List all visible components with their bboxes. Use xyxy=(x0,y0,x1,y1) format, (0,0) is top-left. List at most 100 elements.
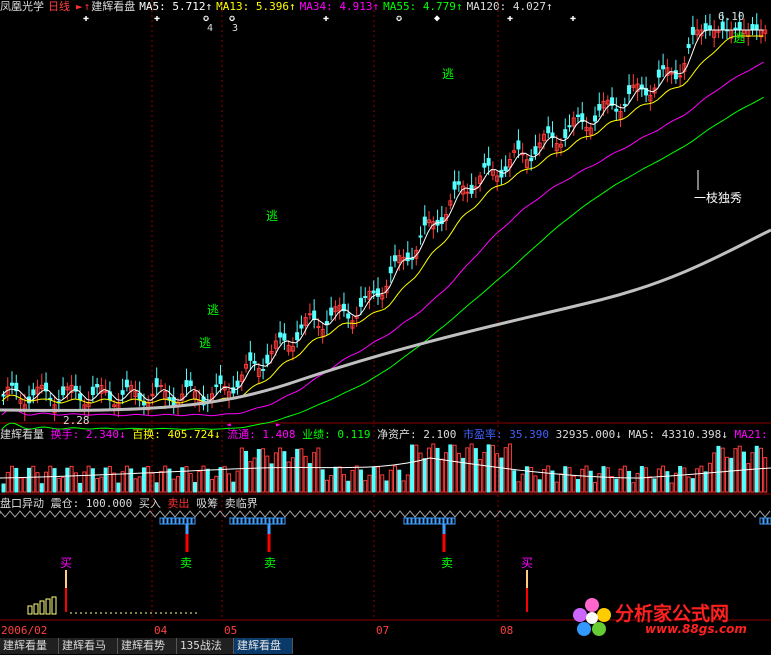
volume-bar xyxy=(388,469,393,493)
signal-step-bar xyxy=(39,600,45,615)
signal-comb xyxy=(431,517,436,525)
volume-bar xyxy=(495,453,500,493)
candle-body xyxy=(282,333,287,341)
candle-body xyxy=(248,352,253,361)
candle-body xyxy=(235,380,240,388)
shiyinglv-readout: 市盈率: 35.390 xyxy=(463,428,550,441)
volume-bar xyxy=(286,461,291,493)
volume-bar xyxy=(261,448,266,493)
tab-135-zhanfa[interactable]: 135战法 xyxy=(177,638,234,654)
volume-bar xyxy=(635,472,640,493)
volume-bar xyxy=(639,466,644,493)
candle-body xyxy=(614,108,619,112)
volume-bar xyxy=(188,473,193,493)
ma55-line xyxy=(1,96,764,430)
tab-jianhui-kanpan[interactable]: 建辉看盘 xyxy=(234,638,293,654)
candle-body xyxy=(737,22,742,31)
volume-bar xyxy=(133,478,138,493)
kline-chart[interactable] xyxy=(0,0,771,638)
volume-bar xyxy=(39,483,44,493)
volume-bar xyxy=(737,445,742,493)
volume-bar xyxy=(333,466,338,493)
candle-body xyxy=(371,290,376,294)
turnover-readout: 换手: 2.340↓ xyxy=(50,428,126,441)
candle-body xyxy=(214,384,219,387)
candle-body xyxy=(124,379,129,388)
volume-bar xyxy=(614,478,619,493)
signal-title[interactable]: 盘口异动 xyxy=(0,497,44,510)
candle-body xyxy=(188,380,193,387)
volume-bar xyxy=(478,458,483,493)
candle-body xyxy=(393,255,398,262)
high-price-label: 6.10 xyxy=(718,10,745,23)
volume-bar xyxy=(401,480,406,493)
volume-bar xyxy=(265,455,270,493)
signal-comb xyxy=(269,517,274,525)
volume-bar xyxy=(316,447,321,493)
volume-bar xyxy=(244,450,249,493)
volume-bar xyxy=(512,470,517,493)
volume-bar xyxy=(652,478,657,493)
candle-body xyxy=(465,191,470,194)
tab-jianhui-kanliang[interactable]: 建辉看量 xyxy=(0,638,59,654)
liutong-readout: 流通: 1.408 xyxy=(227,428,296,441)
volume-bar xyxy=(141,467,146,493)
volume-bar xyxy=(78,482,83,493)
volume-bar xyxy=(129,468,134,493)
volume-bar xyxy=(163,465,168,493)
candle-body xyxy=(720,21,725,31)
volume-bar xyxy=(427,447,432,493)
sell-signal-label: 卖 xyxy=(264,556,277,570)
signal-comb xyxy=(415,517,420,525)
volume-bar xyxy=(346,480,351,493)
volume-bar xyxy=(65,467,70,493)
volume-bar xyxy=(686,476,691,493)
volume-bar xyxy=(533,475,538,493)
volume-bar xyxy=(218,467,223,493)
volume-bar xyxy=(227,473,232,493)
volume-bar xyxy=(205,468,210,493)
volume-bar xyxy=(320,469,325,493)
volume-bar xyxy=(312,452,317,493)
tab-jianhui-kanma[interactable]: 建辉看马 xyxy=(59,638,118,654)
volume-bar xyxy=(354,465,359,493)
volume-bar xyxy=(99,476,104,493)
volume-bar xyxy=(214,475,219,493)
candle-body xyxy=(299,324,304,329)
signal-comb xyxy=(439,517,444,525)
volume-bar xyxy=(661,465,666,493)
signal-comb xyxy=(229,517,234,525)
signal-comb xyxy=(241,517,246,525)
volume-bar xyxy=(580,468,585,493)
time-axis-label: 05 xyxy=(224,624,238,637)
volume-bar xyxy=(576,479,580,493)
volume-bar xyxy=(27,467,32,493)
volume-bar xyxy=(154,482,159,493)
volume-bar xyxy=(439,458,444,493)
tab-jianhui-kanshi[interactable]: 建辉看势 xyxy=(118,638,177,654)
volume-bar xyxy=(86,465,91,493)
candle-body xyxy=(31,389,36,396)
volume-bar xyxy=(1,483,6,493)
time-axis-label: 07 xyxy=(376,624,390,637)
volume-bar xyxy=(567,467,572,493)
volume-bar xyxy=(707,462,712,493)
volume-bar xyxy=(422,458,427,493)
signal-comb xyxy=(447,517,452,525)
signal-comb xyxy=(759,517,764,525)
volume-bar xyxy=(741,451,746,493)
candle-body xyxy=(622,103,627,106)
volume-bar xyxy=(337,466,342,493)
volume-title[interactable]: 建辉看量 xyxy=(0,428,44,441)
volume-bar xyxy=(482,451,487,493)
volume-bar xyxy=(222,466,227,493)
signal-comb xyxy=(423,517,428,525)
signal-comb xyxy=(443,517,448,525)
volume-bar xyxy=(414,444,419,493)
candle-body xyxy=(346,313,351,319)
volume-bar xyxy=(393,465,398,493)
candle-body xyxy=(158,384,163,387)
volume-bar xyxy=(158,471,163,493)
candle-body xyxy=(120,390,125,395)
candle-body xyxy=(405,252,410,262)
